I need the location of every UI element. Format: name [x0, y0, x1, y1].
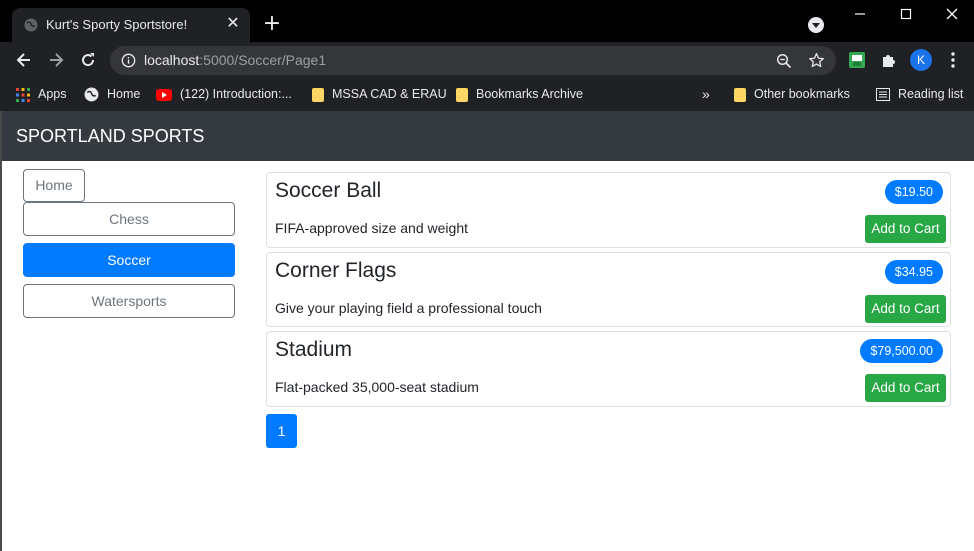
new-tab-button[interactable]: + [262, 13, 282, 35]
product-name: Stadium [275, 338, 353, 361]
extension-save-icon[interactable] [848, 51, 866, 69]
site-brand: SPORTLAND SPORTS [16, 126, 205, 146]
site-navbar: SPORTLAND SPORTS [2, 111, 974, 161]
browser-tab[interactable]: Kurt's Sporty Sportstore! ✕ [12, 8, 250, 42]
product-description: Give your playing field a professional t… [275, 300, 542, 316]
folder-icon [456, 87, 468, 102]
bookmark-youtube[interactable]: (122) Introduction:... [156, 85, 292, 103]
product-card: Soccer Ball $19.50 FIFA-approved size an… [266, 172, 951, 248]
pagination-page-1[interactable]: 1 [266, 414, 297, 448]
maximize-icon[interactable] [894, 4, 918, 24]
reading-list-icon [876, 88, 890, 102]
window-border [0, 111, 2, 551]
info-icon[interactable] [121, 53, 136, 68]
globe-icon [84, 87, 99, 102]
bookmarks-overflow-button[interactable]: » [702, 85, 710, 103]
star-icon[interactable] [808, 52, 825, 69]
product-description: Flat-packed 35,000-seat stadium [275, 379, 479, 395]
globe-icon [24, 18, 38, 32]
bookmark-folder-mssa[interactable]: MSSA CAD & ERAU [312, 85, 447, 103]
folder-icon [312, 87, 324, 102]
other-bookmarks[interactable]: Other bookmarks [734, 85, 850, 103]
bookmarks-bar: Apps Home (122) Introduction:... MSSA CA… [0, 78, 974, 111]
product-name: Corner Flags [275, 259, 397, 282]
category-watersports[interactable]: Watersports [23, 284, 235, 318]
category-chess[interactable]: Chess [23, 202, 235, 236]
tab-title: Kurt's Sporty Sportstore! [46, 17, 188, 32]
profile-avatar[interactable]: K [910, 49, 932, 71]
price-badge: $79,500.00 [860, 339, 943, 363]
reading-list[interactable]: Reading list [876, 85, 963, 103]
tab-search-icon[interactable] [808, 17, 824, 33]
back-arrow-icon[interactable] [14, 50, 34, 70]
browser-toolbar: localhost:5000/Soccer/Page1 K [0, 42, 974, 78]
folder-icon [734, 87, 746, 102]
bookmark-apps[interactable]: Apps [16, 85, 67, 103]
more-menu-icon[interactable] [946, 51, 960, 69]
add-to-cart-button[interactable]: Add to Cart [865, 295, 946, 323]
price-badge: $34.95 [884, 260, 943, 284]
category-soccer[interactable]: Soccer [23, 243, 235, 277]
price-badge: $19.50 [884, 180, 943, 204]
browser-chrome: Kurt's Sporty Sportstore! ✕ + localhost:… [0, 0, 974, 111]
product-card: Corner Flags $34.95 Give your playing fi… [266, 252, 951, 327]
close-window-icon[interactable] [940, 4, 964, 24]
apps-grid-icon [16, 87, 30, 102]
close-tab-icon[interactable]: ✕ [224, 15, 242, 33]
youtube-icon [156, 88, 172, 101]
reload-icon[interactable] [78, 50, 98, 70]
bookmark-home[interactable]: Home [84, 85, 140, 103]
product-card: Stadium $79,500.00 Flat-packed 35,000-se… [266, 331, 951, 407]
home-button[interactable]: Home [23, 169, 85, 202]
extensions-puzzle-icon[interactable] [880, 51, 898, 69]
address-bar[interactable]: localhost:5000/Soccer/Page1 [110, 46, 836, 75]
minimize-icon[interactable] [848, 4, 872, 24]
bookmark-folder-archive[interactable]: Bookmarks Archive [456, 85, 583, 103]
url-text: localhost:5000/Soccer/Page1 [144, 52, 327, 68]
add-to-cart-button[interactable]: Add to Cart [865, 215, 946, 243]
product-description: FIFA-approved size and weight [275, 220, 468, 236]
add-to-cart-button[interactable]: Add to Cart [865, 374, 946, 402]
zoom-icon[interactable] [776, 53, 792, 69]
product-name: Soccer Ball [275, 179, 382, 202]
forward-arrow-icon[interactable] [46, 50, 66, 70]
